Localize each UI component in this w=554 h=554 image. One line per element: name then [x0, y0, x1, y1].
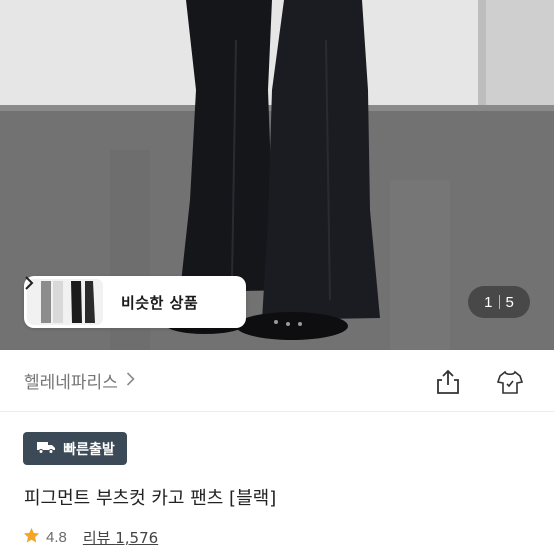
page-current: 1	[484, 293, 493, 311]
fast-delivery-label: 빠른출발	[63, 441, 115, 458]
truck-icon	[35, 439, 57, 459]
product-title: 피그먼트 부츠컷 카고 팬츠 [블랙]	[24, 488, 277, 509]
divider	[498, 295, 500, 309]
similar-products-button[interactable]: 비슷한 상품	[24, 276, 246, 328]
image-page-counter: 1 5	[468, 286, 530, 318]
rating-value: 4.8	[46, 529, 67, 546]
share-icon[interactable]	[434, 368, 462, 396]
review-label: 리뷰	[82, 529, 111, 547]
rating-row: 4.8 리뷰 1,576	[23, 527, 158, 548]
similar-products-thumbnail	[27, 279, 103, 325]
wishlist-shirt-icon[interactable]	[496, 368, 524, 396]
seller-row: 헬레네파리스	[0, 350, 554, 412]
chevron-right-icon	[126, 371, 135, 391]
seller-actions	[434, 368, 524, 396]
seller-name: 헬레네파리스	[24, 373, 118, 393]
review-count: 1,576	[115, 529, 159, 547]
fast-delivery-badge: 빠른출발	[23, 432, 127, 465]
star-icon	[23, 527, 40, 548]
page-total: 5	[505, 293, 514, 311]
similar-products-label: 비슷한 상품	[121, 293, 199, 312]
seller-link[interactable]: 헬레네파리스	[24, 368, 135, 393]
review-link[interactable]: 리뷰 1,576	[83, 527, 158, 548]
product-image[interactable]: 비슷한 상품 1 5	[0, 0, 554, 350]
